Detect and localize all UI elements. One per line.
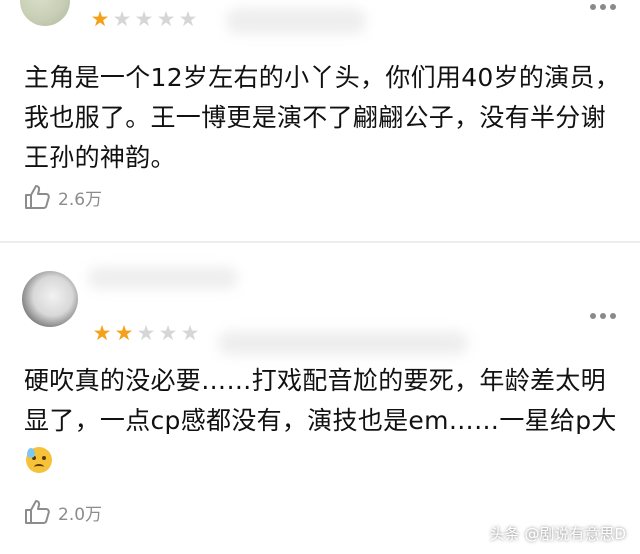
more-options-button[interactable] <box>590 313 616 319</box>
star-icon: ★ <box>92 321 112 345</box>
review-text-container: 硬吹真的没必要……打戏配音尬的要死，年龄差太明显了，一点cp感都没有，演技也是e… <box>24 361 624 481</box>
avatar[interactable] <box>20 0 70 26</box>
watermark: 头条 @剧说有意思D <box>489 525 626 543</box>
review-text: 主角是一个12岁左右的小丫头，你们用40岁的演员，我也服了。王一博更是演不了翩翩… <box>24 63 621 172</box>
thumbs-up-icon <box>25 185 50 209</box>
avatar[interactable] <box>22 271 78 327</box>
like-button[interactable]: 2.0万 <box>22 497 102 527</box>
like-button[interactable]: 2.6万 <box>22 182 102 212</box>
star-rating: ★ ★ ★ ★ ★ <box>90 7 198 31</box>
more-dots-icon <box>600 313 606 319</box>
star-icon: ★ <box>136 321 156 345</box>
star-icon: ★ <box>180 321 200 345</box>
star-rating: ★ ★ ★ ★ ★ <box>92 321 200 345</box>
sweat-drop <box>27 448 35 458</box>
star-icon: ★ <box>134 7 154 31</box>
star-icon: ★ <box>156 7 176 31</box>
thumbs-up-icon <box>25 500 50 524</box>
more-dots-icon <box>610 4 616 10</box>
star-icon: ★ <box>114 321 134 345</box>
more-dots-icon <box>610 313 616 319</box>
blurred-username <box>88 267 238 289</box>
star-icon: ★ <box>112 7 132 31</box>
star-icon: ★ <box>90 7 110 31</box>
more-dots-icon <box>590 4 596 10</box>
more-dots-icon <box>590 313 596 319</box>
star-icon: ★ <box>178 7 198 31</box>
like-count: 2.6万 <box>58 189 103 210</box>
blurred-date <box>218 331 468 355</box>
blurred-username <box>226 8 366 34</box>
sweat-face-emoji-icon <box>26 447 52 473</box>
review-card: ★ ★ ★ ★ ★ 硬吹真的没必要……打戏配音尬的要死，年龄差太明显了，一点cp… <box>0 243 640 554</box>
like-count: 2.0万 <box>58 504 103 525</box>
review-card: ★ ★ ★ ★ ★ 主角是一个12岁左右的小丫头，你们用40岁的演员，我也服了。… <box>0 0 640 243</box>
review-text: 硬吹真的没必要……打戏配音尬的要死，年龄差太明显了，一点cp感都没有，演技也是e… <box>24 366 617 435</box>
more-options-button[interactable] <box>590 4 616 10</box>
star-icon: ★ <box>158 321 178 345</box>
more-dots-icon <box>600 4 606 10</box>
